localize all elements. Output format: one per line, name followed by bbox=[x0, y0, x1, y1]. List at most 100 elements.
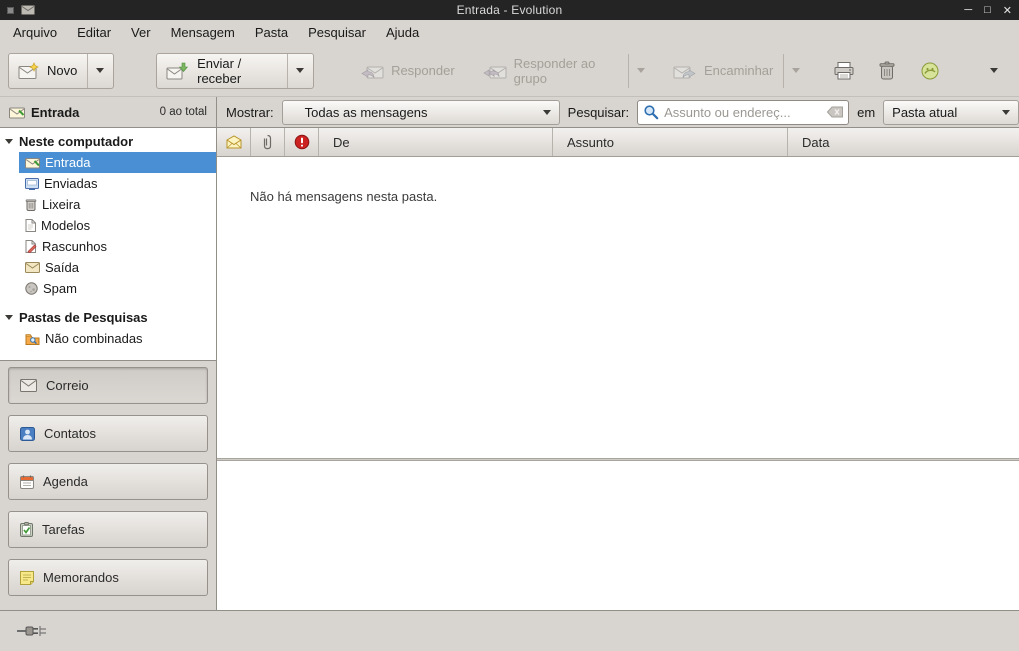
sidebar-item-label: Enviadas bbox=[44, 176, 97, 191]
sidebar-item-lixeira[interactable]: Lixeira bbox=[0, 194, 216, 215]
app-icon bbox=[21, 5, 35, 15]
send-receive-button[interactable]: Enviar / receber bbox=[156, 53, 314, 89]
search-icon[interactable] bbox=[643, 104, 659, 120]
sidebar-item-label: Spam bbox=[43, 281, 77, 296]
sidebar-item-label: Não combinadas bbox=[45, 331, 143, 346]
column-label: Data bbox=[802, 135, 829, 150]
expander-icon[interactable] bbox=[5, 139, 13, 144]
tree-group-pastas-de-pesquisas[interactable]: Pastas de Pesquisas bbox=[0, 307, 216, 328]
close-button[interactable]: ✕ bbox=[1003, 4, 1012, 17]
sidebar-item-entrada[interactable]: Entrada bbox=[0, 152, 216, 173]
switcher-contatos[interactable]: Contatos bbox=[8, 415, 208, 452]
junk-button[interactable] bbox=[912, 53, 947, 89]
menu-editar[interactable]: Editar bbox=[67, 22, 121, 43]
preview-pane bbox=[217, 461, 1019, 610]
message-list[interactable]: Não há mensagens nesta pasta. bbox=[217, 157, 1019, 458]
document-icon bbox=[25, 219, 36, 232]
window-controls: ─ □ ✕ bbox=[902, 4, 1012, 17]
toolbar: Novo Enviar / receber Responder Responde… bbox=[0, 45, 1019, 96]
column-status[interactable] bbox=[217, 128, 251, 156]
new-button-label: Novo bbox=[47, 63, 77, 78]
menu-ajuda[interactable]: Ajuda bbox=[376, 22, 429, 43]
column-label: De bbox=[333, 135, 350, 150]
search-scope-dropdown[interactable]: Pasta atual bbox=[883, 100, 1019, 125]
menu-ver[interactable]: Ver bbox=[121, 22, 161, 43]
pesquisar-label: Pesquisar: bbox=[568, 105, 629, 120]
sidebar-item-spam[interactable]: Spam bbox=[0, 278, 216, 299]
tasks-icon bbox=[20, 522, 33, 537]
chevron-down-icon bbox=[543, 110, 551, 115]
print-button[interactable] bbox=[826, 53, 861, 89]
evolution-window: Entrada - Evolution ─ □ ✕ Arquivo Editar… bbox=[0, 0, 1019, 651]
column-priority[interactable] bbox=[285, 128, 319, 156]
sidebar-item-enviadas[interactable]: Enviadas bbox=[0, 173, 216, 194]
sidebar-item-label: Lixeira bbox=[42, 197, 80, 212]
printer-icon bbox=[833, 61, 855, 81]
forward-label: Encaminhar bbox=[704, 63, 773, 78]
minimize-button[interactable]: ─ bbox=[964, 4, 972, 17]
memo-icon bbox=[20, 571, 34, 585]
switcher-memorandos[interactable]: Memorandos bbox=[8, 559, 208, 596]
clear-search-icon[interactable] bbox=[827, 106, 843, 118]
menu-arquivo[interactable]: Arquivo bbox=[3, 22, 67, 43]
reply-group-label: Responder ao grupo bbox=[514, 56, 618, 86]
column-de[interactable]: De bbox=[319, 128, 553, 156]
menu-pesquisar[interactable]: Pesquisar bbox=[298, 22, 376, 43]
switcher-correio[interactable]: Correio bbox=[8, 367, 208, 404]
tree-group-label: Pastas de Pesquisas bbox=[19, 310, 148, 325]
forward-dropdown[interactable] bbox=[783, 54, 800, 88]
column-label: Assunto bbox=[567, 135, 614, 150]
titlebar-left bbox=[7, 5, 117, 15]
send-receive-icon bbox=[166, 62, 190, 80]
switcher-tarefas[interactable]: Tarefas bbox=[8, 511, 208, 548]
message-list-header: De Assunto Data bbox=[217, 128, 1019, 157]
switcher-label: Correio bbox=[46, 378, 89, 393]
sidebar-item-modelos[interactable]: Modelos bbox=[0, 215, 216, 236]
trash-icon bbox=[25, 198, 37, 211]
online-status-button[interactable] bbox=[12, 620, 52, 642]
online-status-icon bbox=[16, 624, 48, 638]
inbox-icon bbox=[25, 157, 40, 169]
tree-group-neste-computador[interactable]: Neste computador bbox=[0, 131, 216, 152]
window-menu-icon[interactable] bbox=[7, 7, 14, 14]
expander-icon[interactable] bbox=[5, 315, 13, 320]
current-folder-label: Entrada bbox=[31, 105, 79, 120]
folder-tree: Neste computador Entrada Enviadas bbox=[0, 128, 216, 361]
sidebar-item-rascunhos[interactable]: Rascunhos bbox=[0, 236, 216, 257]
column-data[interactable]: Data bbox=[788, 128, 1019, 156]
send-receive-label: Enviar / receber bbox=[197, 56, 277, 86]
status-bar bbox=[0, 610, 1019, 651]
reply-icon bbox=[360, 62, 384, 80]
message-count: 0 ao total bbox=[160, 106, 207, 118]
reply-group-button[interactable]: Responder ao grupo bbox=[473, 53, 655, 89]
column-attachment[interactable] bbox=[251, 128, 285, 156]
switcher-label: Contatos bbox=[44, 426, 96, 441]
mail-icon bbox=[20, 379, 37, 392]
filter-bar: Entrada 0 ao total Mostrar: Todas as men… bbox=[0, 96, 1019, 128]
send-receive-dropdown[interactable] bbox=[287, 54, 304, 88]
sidebar-item-label: Entrada bbox=[45, 155, 91, 170]
switcher-label: Memorandos bbox=[43, 570, 119, 585]
forward-icon bbox=[673, 62, 697, 80]
new-dropdown[interactable] bbox=[87, 54, 104, 88]
sidebar-item-nao-combinadas[interactable]: Não combinadas bbox=[0, 328, 216, 349]
column-assunto[interactable]: Assunto bbox=[553, 128, 788, 156]
switcher-agenda[interactable]: Agenda bbox=[8, 463, 208, 500]
window-body: Neste computador Entrada Enviadas bbox=[0, 128, 1019, 610]
priority-icon bbox=[294, 134, 310, 150]
new-mail-icon bbox=[18, 62, 40, 80]
reply-group-dropdown[interactable] bbox=[628, 54, 645, 88]
search-input[interactable] bbox=[664, 105, 822, 120]
menu-pasta[interactable]: Pasta bbox=[245, 22, 298, 43]
reply-button[interactable]: Responder bbox=[350, 53, 465, 89]
sidebar-item-saida[interactable]: Saída bbox=[0, 257, 216, 278]
filter-controls: Mostrar: Todas as mensagens Pesquisar: e… bbox=[217, 97, 1019, 127]
forward-button[interactable]: Encaminhar bbox=[663, 53, 810, 89]
switcher-label: Tarefas bbox=[42, 522, 85, 537]
toolbar-overflow-button[interactable] bbox=[976, 53, 1011, 89]
new-button[interactable]: Novo bbox=[8, 53, 114, 89]
trash-button[interactable] bbox=[869, 53, 904, 89]
menu-mensagem[interactable]: Mensagem bbox=[161, 22, 245, 43]
maximize-button[interactable]: □ bbox=[984, 4, 991, 17]
show-filter-dropdown[interactable]: Todas as mensagens bbox=[282, 100, 560, 125]
